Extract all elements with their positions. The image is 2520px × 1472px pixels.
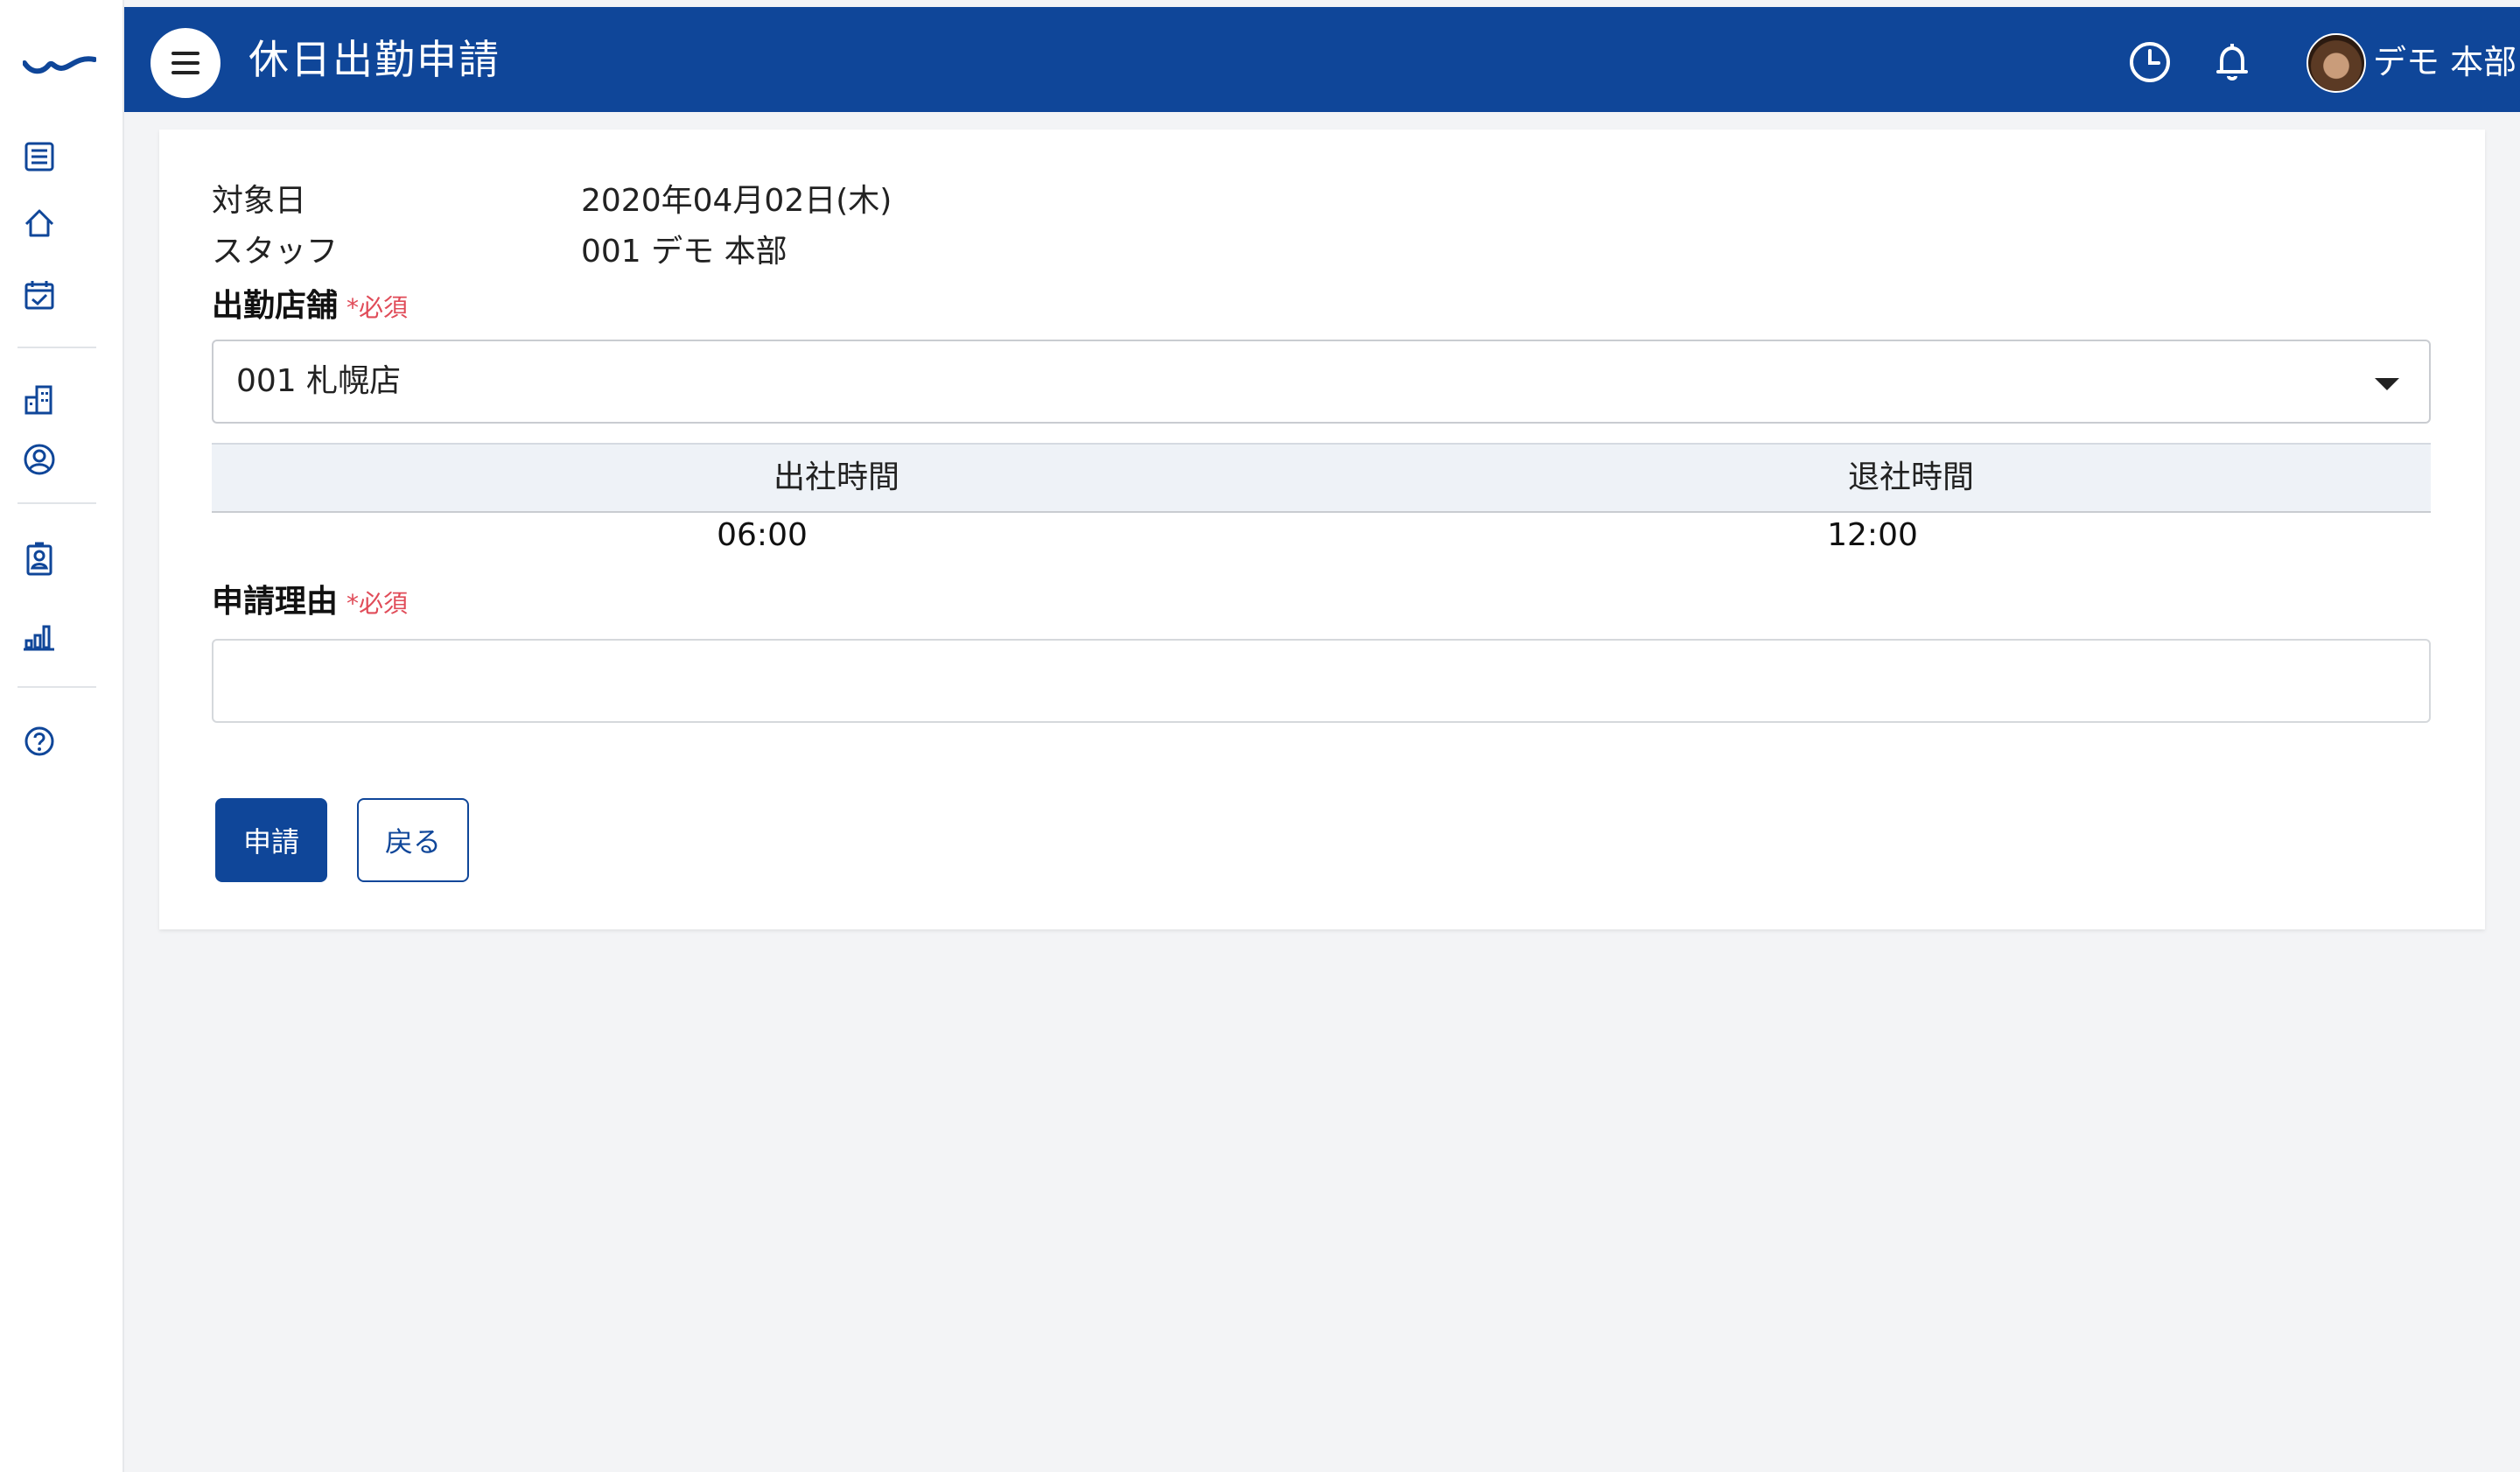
start-time-value: 06:00: [717, 517, 808, 553]
end-time-header: 退社時間: [1847, 459, 1974, 495]
app-header: 休日出勤申請 デモ 本部: [124, 7, 2520, 112]
building-icon[interactable]: [21, 382, 58, 418]
reason-field-label: 申請理由 *必須: [212, 581, 408, 625]
menu-button[interactable]: [150, 28, 220, 98]
start-time-header: 出社時間: [773, 459, 900, 495]
sidebar-divider: [18, 502, 96, 504]
required-marker: *必須: [346, 589, 409, 618]
end-time-value: 12:00: [1827, 517, 1918, 553]
sidebar: [0, 0, 124, 1472]
reason-input[interactable]: [212, 639, 2431, 723]
store-select[interactable]: 001 札幌店: [212, 340, 2431, 424]
help-icon[interactable]: [21, 723, 58, 760]
store-select-value: 001 札幌店: [236, 363, 402, 399]
target-date-label: 対象日: [212, 183, 307, 219]
calendar-check-icon[interactable]: [21, 277, 58, 313]
sidebar-divider: [18, 686, 96, 688]
form-card: 対象日 2020年04月02日(木) スタッフ 001 デモ 本部 出勤店舗 *必…: [159, 130, 2485, 929]
back-button[interactable]: 戻る: [357, 798, 469, 882]
store-field-label: 出勤店舗 *必須: [212, 285, 408, 329]
brand-logo-icon[interactable]: [22, 44, 97, 79]
list-icon[interactable]: [21, 138, 58, 175]
reason-label-text: 申請理由: [212, 584, 339, 620]
page-title: 休日出勤申請: [248, 36, 500, 83]
sidebar-divider: [18, 347, 96, 348]
time-table-header: 出社時間 退社時間: [212, 443, 2431, 513]
submit-button[interactable]: 申請: [215, 798, 327, 882]
staff-value: 001 デモ 本部: [581, 234, 788, 270]
required-marker: *必須: [346, 293, 409, 322]
avatar[interactable]: [2306, 33, 2366, 93]
bell-icon[interactable]: [2208, 39, 2256, 86]
bar-chart-icon[interactable]: [21, 618, 58, 655]
store-label-text: 出勤店舗: [212, 288, 339, 324]
user-circle-icon[interactable]: [21, 441, 58, 478]
staff-label: スタッフ: [212, 234, 339, 270]
target-date-value: 2020年04月02日(木): [581, 183, 892, 219]
menu-icon: [172, 52, 200, 55]
clock-icon[interactable]: [2126, 39, 2174, 86]
user-name[interactable]: デモ 本部: [2373, 40, 2516, 84]
home-icon[interactable]: [21, 205, 58, 242]
id-card-icon[interactable]: [21, 541, 58, 578]
caret-down-icon: [2375, 378, 2399, 390]
